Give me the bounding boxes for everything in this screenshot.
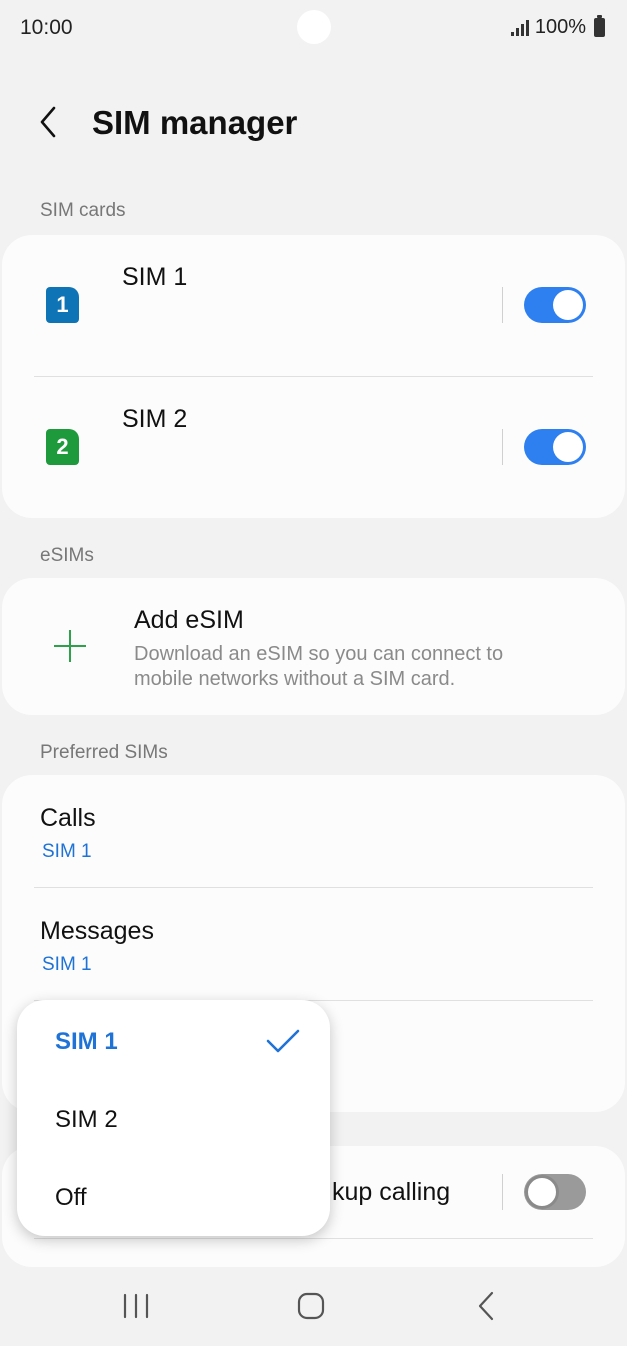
add-esim-card[interactable]: Add eSIM Download an eSIM so you can con…	[2, 578, 625, 715]
dropdown-option-sim1[interactable]: SIM 1	[17, 1002, 330, 1080]
messages-title: Messages	[40, 917, 154, 945]
page-title: SIM manager	[92, 104, 298, 141]
calls-value: SIM 1	[42, 841, 92, 862]
home-icon[interactable]	[291, 1286, 331, 1326]
option-label: SIM 1	[55, 1028, 118, 1055]
section-label-esims: eSIMs	[40, 545, 94, 566]
option-label: Off	[55, 1184, 87, 1211]
sim-cards-card: 1 SIM 1 2 SIM 2	[2, 235, 625, 518]
front-camera	[297, 10, 331, 44]
section-label-sim-cards: SIM cards	[40, 200, 126, 221]
section-label-preferred: Preferred SIMs	[40, 742, 168, 763]
messages-row[interactable]: Messages SIM 1	[2, 888, 625, 1000]
back-icon[interactable]	[467, 1286, 507, 1326]
divider-vertical	[502, 429, 503, 465]
divider-vertical	[502, 287, 503, 323]
sim-2-toggle[interactable]	[524, 429, 586, 465]
divider-vertical	[502, 1174, 503, 1210]
dropdown-option-sim2[interactable]: SIM 2	[17, 1080, 330, 1158]
backup-calling-toggle[interactable]	[524, 1174, 586, 1210]
option-label: SIM 2	[55, 1106, 118, 1133]
add-esim-description: Download an eSIM so you can connect to m…	[134, 643, 504, 690]
navigation-bar	[0, 1268, 627, 1346]
sim-name: SIM 1	[122, 263, 188, 291]
signal-icon	[510, 19, 529, 36]
check-icon	[265, 1026, 301, 1056]
sim-row-2[interactable]: 2 SIM 2	[2, 377, 625, 519]
status-time: 10:00	[20, 16, 73, 39]
plus-icon	[54, 630, 86, 662]
battery-icon	[594, 15, 605, 37]
divider	[34, 1238, 593, 1239]
sim-1-toggle[interactable]	[524, 287, 586, 323]
status-indicators: 100%	[510, 15, 605, 39]
status-bar: 10:00 100%	[0, 0, 627, 56]
back-arrow-icon[interactable]	[30, 102, 70, 142]
sim-row-1[interactable]: 1 SIM 1	[2, 235, 625, 377]
sim-select-dropdown: SIM 1 SIM 2 Off	[17, 1000, 330, 1236]
sim-1-icon: 1	[46, 287, 79, 323]
battery-percent: 100%	[534, 16, 586, 38]
recent-apps-icon[interactable]	[116, 1286, 156, 1326]
backup-calling-label: kup calling	[332, 1178, 451, 1206]
app-bar: SIM manager	[0, 90, 627, 160]
calls-title: Calls	[40, 804, 96, 832]
add-esim-title: Add eSIM	[134, 606, 244, 634]
sim-2-icon: 2	[46, 429, 79, 465]
sim-name: SIM 2	[122, 405, 188, 433]
dropdown-option-off[interactable]: Off	[17, 1158, 330, 1236]
messages-value: SIM 1	[42, 954, 92, 975]
calls-row[interactable]: Calls SIM 1	[2, 775, 625, 887]
